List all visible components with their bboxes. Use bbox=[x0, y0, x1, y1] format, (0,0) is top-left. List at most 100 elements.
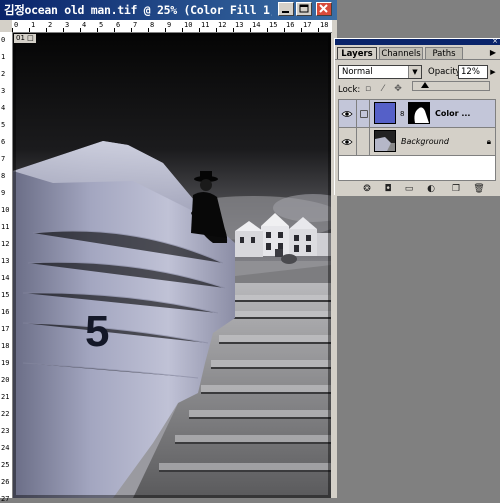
horizontal-ruler[interactable]: 0 1 2 3 4 5 6 7 8 9 10 11 12 13 14 15 16 17 18 bbox=[12, 20, 332, 33]
ruler-tick-label: 0 bbox=[1, 36, 6, 44]
lock-image-icon[interactable]: ⁄ bbox=[378, 84, 388, 94]
background-layer-thumbnail[interactable] bbox=[374, 130, 396, 152]
ruler-tick bbox=[199, 28, 200, 32]
ruler-tick-label: 8 bbox=[150, 21, 155, 29]
eye-icon[interactable] bbox=[341, 137, 353, 147]
ruler-tick-label: 8 bbox=[1, 172, 6, 180]
ruler-tick bbox=[267, 28, 268, 32]
lock-label: Lock: bbox=[338, 85, 361, 95]
ruler-tick bbox=[182, 28, 183, 32]
palette-title-bar[interactable]: × bbox=[335, 38, 500, 45]
ruler-tick-label: 6 bbox=[1, 138, 6, 146]
layer-mask-thumbnail[interactable] bbox=[408, 102, 430, 124]
ruler-tick bbox=[46, 28, 47, 32]
ruler-tick-label: 5 bbox=[1, 121, 6, 129]
tab-divider bbox=[335, 59, 500, 60]
ruler-tick bbox=[318, 28, 319, 32]
eye-icon[interactable] bbox=[341, 109, 353, 119]
new-adjustment-layer-icon[interactable]: ◐ bbox=[425, 184, 437, 195]
ruler-tick-label: 15 bbox=[1, 291, 10, 299]
opacity-input[interactable]: 12% bbox=[458, 65, 488, 79]
vertical-ruler[interactable]: 0 1 2 3 4 5 6 7 8 9 10 11 12 13 14 15 16 17 18 19 20 21 22 23 24… bbox=[0, 32, 13, 503]
mask-shape bbox=[414, 107, 429, 123]
new-layer-icon[interactable]: ❐ bbox=[450, 184, 462, 195]
fill-layer-thumbnail[interactable] bbox=[374, 102, 396, 124]
ruler-tick-label: 1 bbox=[31, 21, 36, 29]
ruler-corner[interactable] bbox=[0, 20, 12, 32]
ruler-tick bbox=[250, 28, 251, 32]
chain-link-icon[interactable]: 8 bbox=[400, 110, 404, 118]
ruler-tick bbox=[80, 28, 81, 32]
ruler-tick bbox=[301, 28, 302, 32]
ruler-tick bbox=[233, 28, 234, 32]
document-title-bar[interactable]: 김정ocean old man.tif @ 25% (Color Fill 1,… bbox=[0, 0, 337, 20]
brush-icon bbox=[360, 110, 368, 118]
ruler-tick-label: 2 bbox=[48, 21, 53, 29]
layer-row-color-fill[interactable]: 8 Color ... bbox=[339, 100, 495, 128]
lock-transparency-icon[interactable]: ▫ bbox=[363, 84, 373, 94]
layer-name: Background bbox=[401, 137, 449, 146]
minimize-icon bbox=[282, 11, 289, 13]
ruler-tick bbox=[148, 28, 149, 32]
ruler-tick-label: 11 bbox=[1, 223, 10, 231]
new-set-icon[interactable]: ▭ bbox=[403, 184, 415, 195]
add-mask-icon[interactable]: ◘ bbox=[382, 184, 394, 195]
palette-menu-arrow-icon[interactable]: ▶ bbox=[488, 48, 498, 58]
ruler-tick-label: 20 bbox=[1, 376, 10, 384]
layer-row-background[interactable]: Background 🔒︎ bbox=[339, 128, 495, 156]
ruler-tick-label: 25 bbox=[1, 461, 10, 469]
ruler-tick-label: 26 bbox=[1, 478, 10, 486]
slider-thumb[interactable] bbox=[421, 82, 429, 88]
ruler-tick-label: 1 bbox=[1, 53, 6, 61]
ruler-tick-label: 6 bbox=[116, 21, 121, 29]
ruler-tick-label: 4 bbox=[82, 21, 87, 29]
ruler-tick bbox=[165, 28, 166, 32]
ruler-tick bbox=[29, 28, 30, 32]
ruler-tick-label: 0 bbox=[14, 21, 19, 29]
opacity-slider[interactable] bbox=[412, 81, 490, 91]
ruler-tick-label: 7 bbox=[133, 21, 138, 29]
ruler-tick-label: 5 bbox=[99, 21, 104, 29]
close-button[interactable] bbox=[316, 2, 332, 16]
ruler-tick-label: 15 bbox=[269, 21, 278, 29]
tab-layers[interactable]: Layers bbox=[337, 47, 377, 59]
ruler-tick bbox=[216, 28, 217, 32]
tab-paths[interactable]: Paths bbox=[425, 47, 463, 59]
ruler-tick-label: 18 bbox=[1, 342, 10, 350]
ruler-tick-label: 3 bbox=[1, 87, 6, 95]
chevron-down-icon: ▼ bbox=[408, 66, 421, 78]
close-icon bbox=[319, 4, 328, 13]
ruler-tick-label: 21 bbox=[1, 393, 10, 401]
maximize-button[interactable] bbox=[296, 2, 312, 16]
photo-old-man-stairs: 5 bbox=[13, 33, 331, 498]
palette-close-icon[interactable]: × bbox=[491, 38, 499, 45]
ruler-tick-label: 9 bbox=[1, 189, 6, 197]
lock-position-icon[interactable]: ✥ bbox=[393, 84, 403, 94]
ruler-tick bbox=[63, 28, 64, 32]
blend-mode-select[interactable]: Normal ▼ bbox=[338, 65, 422, 79]
layer-mask-link-cell[interactable] bbox=[356, 100, 370, 127]
ruler-tick bbox=[131, 28, 132, 32]
ruler-tick-label: 9 bbox=[167, 21, 172, 29]
ruler-tick-label: 12 bbox=[1, 240, 10, 248]
ruler-tick-label: 17 bbox=[1, 325, 10, 333]
image-canvas[interactable]: 5 01 □ bbox=[13, 33, 331, 498]
ruler-tick-label: 22 bbox=[1, 410, 10, 418]
maximize-icon bbox=[299, 4, 309, 13]
layers-list: 8 Color ... Background 🔒︎ bbox=[338, 99, 496, 181]
blend-mode-value: Normal bbox=[342, 67, 373, 77]
ruler-tick-label: 2 bbox=[1, 70, 6, 78]
layer-link-cell[interactable] bbox=[356, 128, 370, 155]
layer-name: Color ... bbox=[435, 109, 471, 118]
trash-icon[interactable]: 🗑︎ bbox=[473, 184, 485, 195]
ruler-tick-label: 7 bbox=[1, 155, 6, 163]
ruler-tick-label: 12 bbox=[218, 21, 227, 29]
ruler-tick bbox=[284, 28, 285, 32]
opacity-slider-toggle-icon[interactable]: ▶ bbox=[488, 65, 498, 79]
ruler-tick-label: 11 bbox=[201, 21, 210, 29]
ruler-tick-label: 13 bbox=[235, 21, 244, 29]
layer-style-icon[interactable]: ❂ bbox=[361, 184, 373, 195]
minimize-button[interactable] bbox=[278, 2, 294, 16]
ruler-tick-label: 18 bbox=[320, 21, 329, 29]
tab-channels[interactable]: Channels bbox=[379, 47, 423, 59]
